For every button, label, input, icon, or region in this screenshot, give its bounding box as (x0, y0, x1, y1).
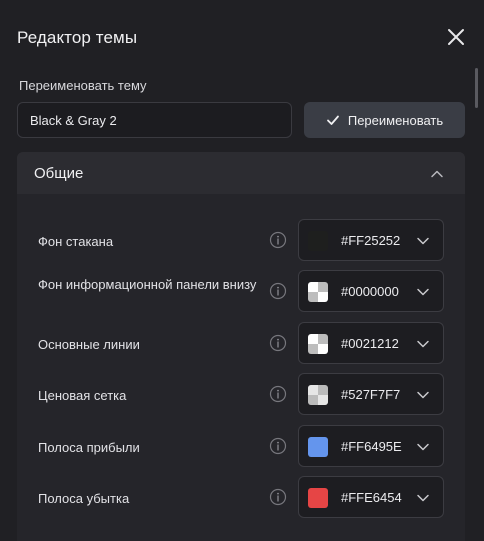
color-setting-row: Полоса прибыли #FF6495E (17, 425, 465, 467)
color-picker-dropdown[interactable]: #0000000 (298, 270, 444, 312)
setting-label: Полоса прибыли (38, 440, 140, 455)
color-hex-value: #0021212 (341, 336, 399, 351)
setting-label: Полоса убытка (38, 491, 130, 506)
scrollbar-thumb[interactable] (475, 68, 478, 108)
chevron-down-icon (415, 490, 431, 506)
setting-label: Основные линии (38, 337, 140, 352)
info-icon[interactable] (269, 334, 287, 352)
chevron-down-icon (415, 336, 431, 352)
chevron-down-icon (415, 233, 431, 249)
section-title: Общие (34, 165, 84, 182)
color-setting-row: Ценовая сетка #527F7F7 (17, 373, 465, 415)
color-picker-dropdown[interactable]: #0021212 (298, 322, 444, 364)
color-setting-row: Полоса убытка #FFE6454 (17, 476, 465, 518)
chevron-up-icon[interactable] (429, 166, 445, 182)
info-icon[interactable] (269, 385, 287, 403)
general-section-header[interactable]: Общие (17, 152, 465, 194)
check-icon (326, 113, 340, 127)
theme-editor-dialog: Редактор темы Переименовать тему Переиме… (0, 0, 484, 541)
color-picker-dropdown[interactable]: #FF6495E (298, 425, 444, 467)
close-icon[interactable] (444, 25, 468, 49)
chevron-down-icon (415, 284, 431, 300)
chevron-down-icon (415, 439, 431, 455)
color-hex-value: #FFE6454 (341, 490, 402, 505)
color-swatch (308, 488, 328, 508)
color-hex-value: #FF6495E (341, 439, 402, 454)
setting-label: Ценовая сетка (38, 388, 127, 403)
color-setting-row: Фон стакана #FF25252 (17, 219, 465, 261)
color-picker-dropdown[interactable]: #527F7F7 (298, 373, 444, 415)
general-section: Общие Фон стакана #FF25252 Фон информацион… (17, 152, 465, 541)
color-swatch (308, 437, 328, 457)
setting-label: Фон стакана (38, 234, 114, 249)
setting-label: Фон информационной панели внизу (38, 277, 257, 292)
color-picker-dropdown[interactable]: #FFE6454 (298, 476, 444, 518)
info-icon[interactable] (269, 231, 287, 249)
color-picker-dropdown[interactable]: #FF25252 (298, 219, 444, 261)
color-swatch (308, 385, 328, 405)
dialog-title: Редактор темы (17, 28, 138, 47)
rename-label: Переименовать тему (19, 78, 147, 93)
color-swatch (308, 231, 328, 251)
color-hex-value: #527F7F7 (341, 387, 401, 402)
color-swatch (308, 282, 328, 302)
chevron-down-icon (415, 387, 431, 403)
rename-button[interactable]: Переименовать (304, 102, 465, 138)
color-hex-value: #FF25252 (341, 233, 401, 248)
rename-button-label: Переименовать (347, 112, 444, 128)
theme-name-input[interactable] (17, 102, 292, 138)
info-icon[interactable] (269, 282, 287, 300)
color-setting-row: Основные линии #0021212 (17, 322, 465, 364)
color-setting-row: Фон информационной панели внизу #0000000 (17, 270, 465, 312)
info-icon[interactable] (269, 437, 287, 455)
info-icon[interactable] (269, 488, 287, 506)
color-hex-value: #0000000 (341, 284, 399, 299)
color-swatch (308, 334, 328, 354)
